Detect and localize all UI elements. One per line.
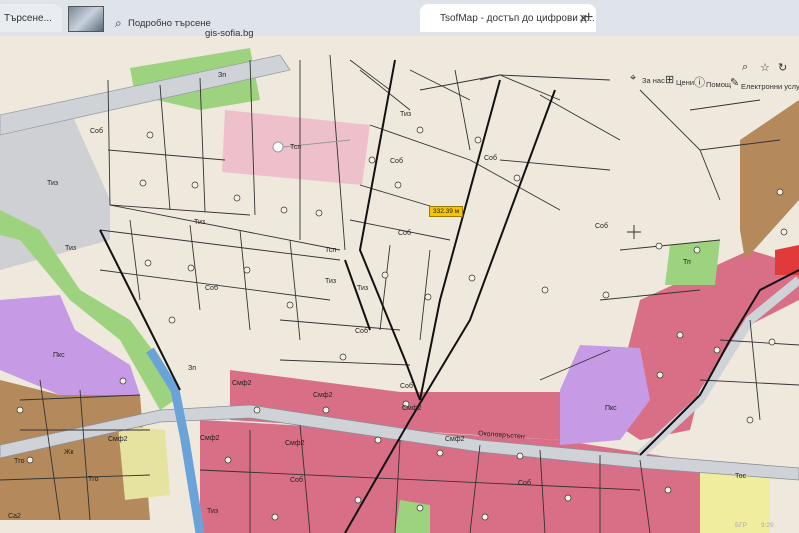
taskbar-lang: БГР: [735, 522, 748, 529]
help-icon: ⓘ: [694, 77, 705, 89]
label-pkc-2: Пкс: [605, 405, 617, 412]
label-tiz-4: Тиз: [325, 278, 336, 285]
label-tos: Тос: [735, 473, 747, 480]
about-link[interactable]: За нас: [642, 76, 665, 85]
label-smf2-3: Смф2: [402, 405, 422, 412]
label-zp-top: Зп: [218, 72, 226, 79]
measurement-label: 332.39 м: [429, 206, 464, 217]
label-smf2-6: Смф2: [200, 435, 220, 442]
search-icon[interactable]: ⌕: [115, 16, 122, 31]
label-pkc-1: Пкс: [53, 352, 65, 359]
prices-link[interactable]: Цени: [676, 78, 694, 87]
label-sob-1: Соб: [90, 127, 103, 135]
eservices-link[interactable]: Електронни услуги: [741, 82, 799, 91]
label-tgo-1: Тго: [14, 458, 25, 465]
label-sob-big: Соб: [595, 222, 608, 230]
screen: Зп Соб Тсп Соб Тиз Соб Соб Соб Тсп Тиз Т…: [0, 0, 799, 533]
label-sob-8: Соб: [290, 476, 303, 484]
label-smf2-2: Смф2: [313, 392, 333, 399]
advanced-search-link[interactable]: Подробно търсене: [128, 18, 211, 29]
label-tsp-top: Тсп: [290, 144, 301, 151]
label-sob-9: Соб: [518, 479, 531, 487]
map-toolbar: ⌕ ☆ ↻ ⌖ За нас ⊞ Цени ⓘ Помощ ✎ Електрон…: [610, 60, 799, 108]
site-thumbnail[interactable]: [68, 6, 104, 32]
label-tiz-1: Тиз: [47, 180, 58, 187]
zoom-icon[interactable]: ⌕: [742, 61, 748, 74]
help-link[interactable]: Помощ: [706, 80, 731, 89]
label-tiz-7: Тиз: [207, 508, 218, 515]
label-sob-2: Соб: [390, 157, 403, 165]
label-tgo-2: Тго: [88, 476, 99, 483]
zone-red-right: [775, 245, 799, 275]
label-sob-3: Соб: [484, 154, 497, 162]
label-sob-7: Соб: [400, 382, 413, 390]
label-tsp-2: Тсп: [325, 247, 336, 254]
location-icon: ⌖: [630, 72, 637, 84]
label-smf2-1: Смф2: [232, 380, 252, 387]
label-tiz-2: Тиз: [194, 219, 205, 226]
label-smf2-4: Смф2: [445, 436, 465, 443]
label-smf2-5: Смф2: [285, 440, 305, 447]
label-ca2: Са2: [8, 513, 21, 520]
prices-icon: ⊞: [665, 74, 675, 86]
label-zp-2: Зп: [188, 365, 196, 372]
label-tiz-6: Тиз: [400, 111, 411, 118]
taskbar-time: 9:29: [760, 522, 774, 529]
label-tiz-5: Тиз: [357, 285, 368, 292]
label-sob-6: Соб: [355, 327, 368, 335]
label-sob-5: Соб: [398, 229, 411, 237]
tab-search-label: Търсене...: [4, 12, 52, 24]
star-icon[interactable]: ☆: [760, 61, 770, 74]
label-smf2-7: Смф2: [108, 436, 128, 443]
tab-search[interactable]: Търсене...: [0, 4, 62, 32]
label-sob-4: Соб: [205, 284, 218, 292]
zone-green-right: [665, 240, 720, 285]
label-tiz-3: Тиз: [65, 245, 76, 252]
label-tp-1: Тп: [683, 259, 691, 266]
new-tab-button[interactable]: +: [584, 9, 593, 27]
zone-green-bottom: [395, 500, 430, 533]
refresh-icon[interactable]: ↻: [778, 61, 787, 74]
tab-tsofmap-label: TsofMap - достъп до цифрови д...: [440, 12, 595, 24]
tab-tsofmap[interactable]: TsofMap - достъп до цифрови д... ✕: [420, 4, 596, 32]
label-zhk: Жк: [64, 449, 74, 456]
browser-tabbar: Търсене... ⌕ Подробно търсене gis-sofia.…: [0, 0, 799, 39]
domain-label: gis-sofia.bg: [205, 28, 254, 39]
eservices-icon: ✎: [730, 77, 740, 89]
taskbar-clock: БГР 9:29: [735, 522, 774, 529]
